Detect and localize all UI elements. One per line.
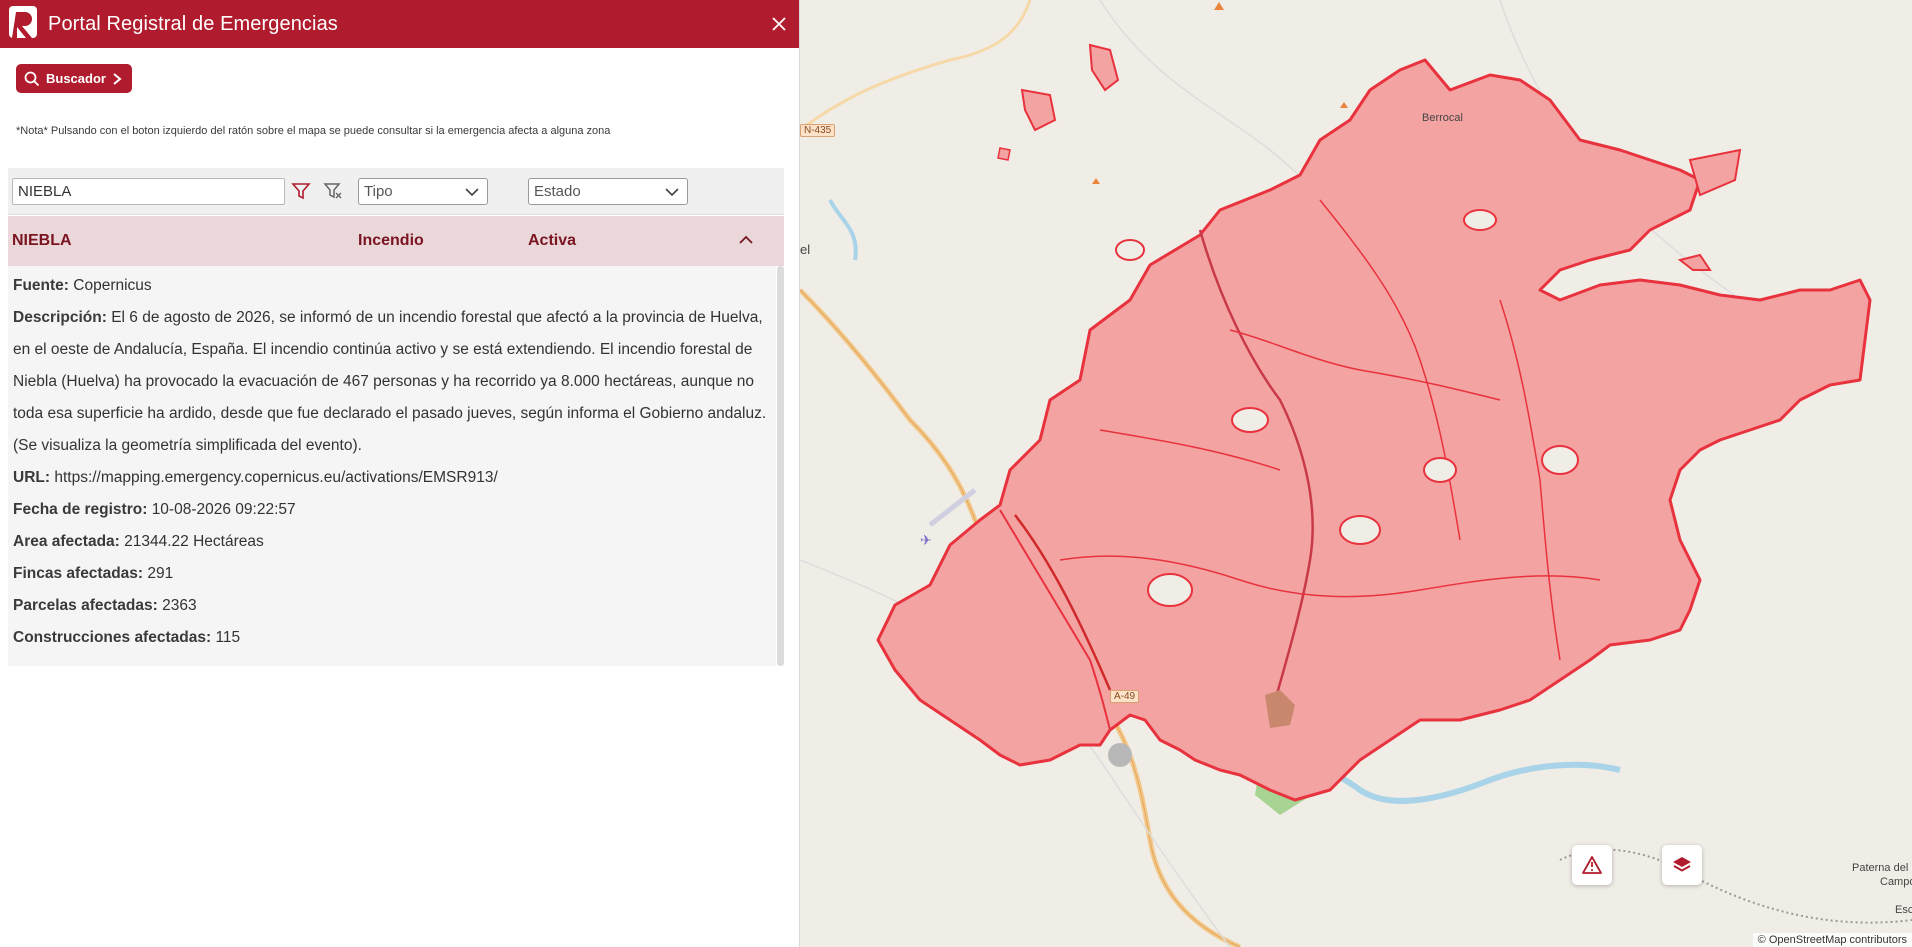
- fecha-value: 10-08-2026 09:22:57: [151, 501, 296, 518]
- info-note: *Nota* Pulsando con el boton izquierdo d…: [16, 125, 611, 137]
- event-details: Fuente: Copernicus Descripción: El 6 de …: [8, 266, 776, 666]
- area-label: Area afectada:: [13, 533, 120, 550]
- search-icon: [24, 71, 40, 86]
- road-label-a49: A-49: [1110, 690, 1140, 703]
- result-tipo: Incendio: [358, 232, 424, 249]
- fincas-label: Fincas afectadas:: [13, 565, 144, 582]
- parcelas-label: Parcelas afectadas:: [13, 597, 158, 614]
- app-title: Portal Registral de Emergencias: [48, 12, 338, 35]
- emergency-alert-button[interactable]: [1572, 845, 1612, 885]
- details-scrollbar[interactable]: [777, 266, 784, 666]
- tipo-select-label: Tipo: [364, 183, 393, 200]
- url-label: URL:: [13, 469, 51, 486]
- tipo-select[interactable]: Tipo: [358, 178, 488, 205]
- chevron-down-icon: [465, 188, 479, 197]
- buscador-button[interactable]: Buscador: [16, 64, 132, 93]
- parcelas-value: 2363: [162, 597, 197, 614]
- map-label-paterna: Paterna del: [1852, 862, 1909, 874]
- filter-icon[interactable]: [291, 181, 311, 201]
- filter-bar: Tipo Estado: [8, 168, 784, 215]
- layers-icon: [1673, 857, 1691, 872]
- close-icon: [772, 17, 786, 31]
- area-value: 21344.22 Hectáreas: [124, 533, 264, 550]
- app-header: Portal Registral de Emergencias: [0, 0, 799, 48]
- search-input[interactable]: [12, 178, 285, 205]
- chevron-up-icon[interactable]: [738, 234, 754, 246]
- chevron-right-icon: [113, 72, 122, 85]
- fecha-label: Fecha de registro:: [13, 501, 148, 518]
- estado-select[interactable]: Estado: [528, 178, 688, 205]
- svg-text:✈: ✈: [920, 533, 932, 549]
- close-button[interactable]: [765, 10, 793, 38]
- result-estado: Activa: [528, 232, 577, 249]
- fuente-value: Copernicus: [73, 277, 152, 294]
- construcciones-value: 115: [215, 629, 241, 646]
- map-canvas: ✈: [800, 0, 1912, 947]
- descripcion-value: El 6 de agosto de 2026, se informó de un…: [13, 309, 767, 454]
- map-label-esca: Esca: [1895, 904, 1912, 916]
- result-row[interactable]: NIEBLA Incendio Activa: [8, 216, 784, 266]
- warning-icon: [1582, 856, 1602, 874]
- layers-button[interactable]: [1662, 845, 1702, 885]
- result-name: NIEBLA: [12, 232, 72, 249]
- estado-select-label: Estado: [534, 183, 581, 200]
- road-label-n435: N-435: [800, 124, 836, 137]
- construcciones-label: Construcciones afectadas:: [13, 629, 212, 646]
- map-view[interactable]: ✈ N-435 A-49 Berrocal el Paterna del Cam…: [800, 0, 1912, 947]
- fincas-value: 291: [147, 565, 174, 582]
- buscador-label: Buscador: [46, 71, 106, 86]
- descripcion-label: Descripción:: [13, 309, 107, 326]
- map-attribution[interactable]: © OpenStreetMap contributors: [1752, 933, 1912, 947]
- url-value[interactable]: https://mapping.emergency.copernicus.eu/…: [54, 469, 497, 486]
- map-label-berrocal: Berrocal: [1422, 112, 1463, 124]
- side-panel: Portal Registral de Emergencias Buscador…: [0, 0, 800, 947]
- logo-icon: [9, 6, 37, 38]
- fuente-label: Fuente:: [13, 277, 69, 294]
- map-label-el: el: [800, 242, 811, 257]
- chevron-down-icon: [665, 188, 679, 197]
- clear-filter-icon[interactable]: [323, 181, 343, 201]
- map-label-campo: Campo: [1880, 876, 1912, 888]
